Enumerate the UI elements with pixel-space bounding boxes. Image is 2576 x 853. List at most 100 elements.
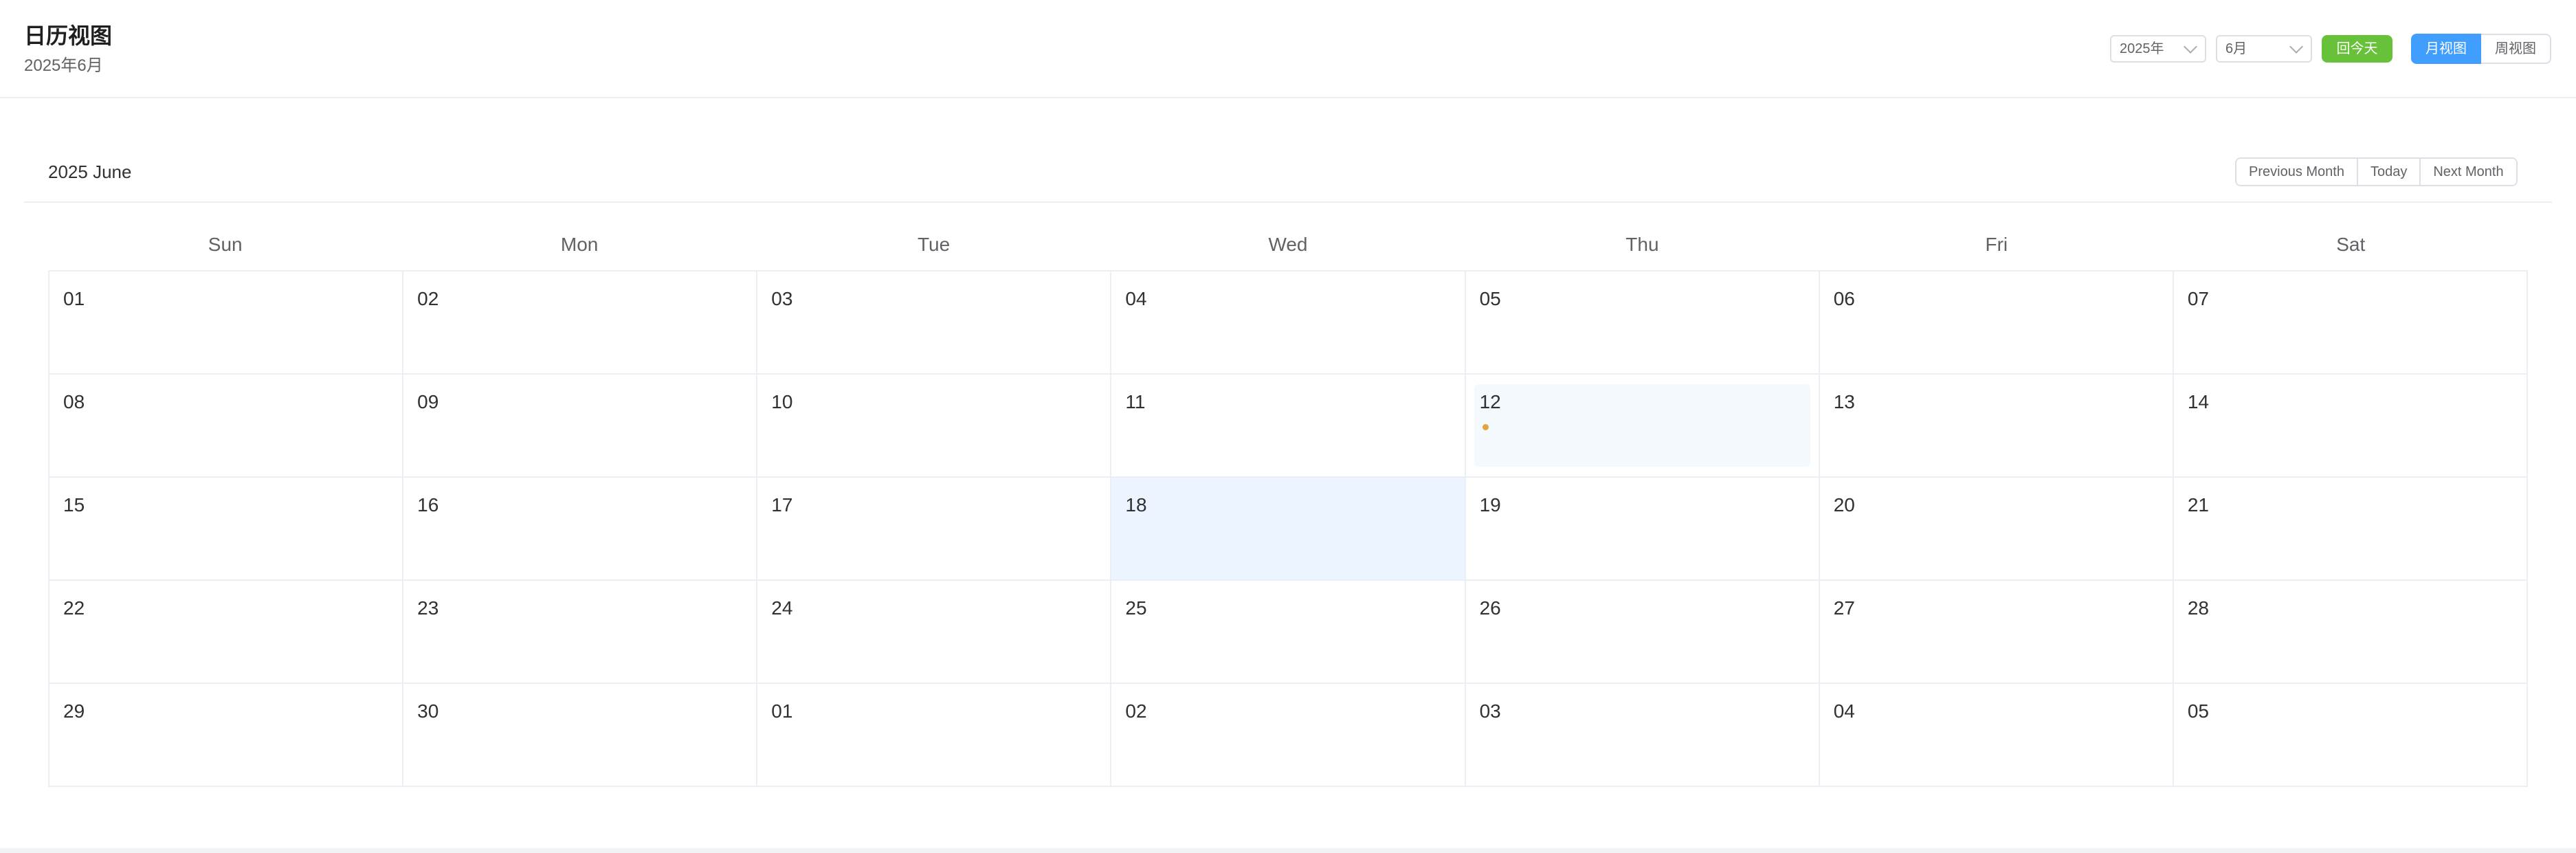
month-nav: Previous Month Today Next Month (2235, 157, 2518, 186)
day-cell[interactable]: 03 (1465, 684, 1820, 787)
view-toggle: 月视图 周视图 (2411, 34, 2551, 64)
day-cell[interactable]: 02 (403, 272, 758, 375)
week-row: 29 30 01 02 03 04 05 (49, 684, 2528, 787)
day-cell[interactable]: 03 (757, 272, 1112, 375)
day-cell[interactable]: 21 (2173, 478, 2528, 581)
day-cell[interactable]: 04 (1111, 272, 1466, 375)
day-cell[interactable]: 28 (2173, 581, 2528, 684)
day-number: 08 (63, 391, 85, 412)
previous-month-button[interactable]: Previous Month (2236, 159, 2358, 185)
day-cell[interactable]: 04 (1819, 684, 2174, 787)
weekday-label: Tue (917, 234, 951, 255)
day-cell[interactable]: 01 (49, 272, 404, 375)
day-cell[interactable]: 06 (1819, 272, 2174, 375)
day-cell[interactable]: 08 (49, 375, 404, 478)
page-subtitle: 2025年6月 (24, 56, 103, 75)
chevron-down-icon (2289, 40, 2303, 54)
day-cell[interactable]: 09 (403, 375, 758, 478)
day-number: 06 (1833, 288, 1855, 309)
day-cell[interactable]: 29 (49, 684, 404, 787)
day-cell[interactable]: 13 (1819, 375, 2174, 478)
day-number: 17 (771, 494, 793, 516)
day-number: 05 (1479, 288, 1501, 309)
day-cell[interactable]: 30 (403, 684, 758, 787)
weekday-label: Thu (1625, 234, 1659, 255)
day-number: 04 (1833, 700, 1855, 722)
today-highlight: 12 (1474, 384, 1810, 467)
day-number: 19 (1479, 494, 1501, 516)
day-number: 18 (1125, 494, 1147, 516)
day-cell[interactable]: 01 (757, 684, 1112, 787)
weekday-label: Sat (2336, 234, 2366, 255)
day-number: 11 (1125, 391, 1146, 412)
weekday-label: Sun (208, 234, 243, 255)
day-number: 12 (1479, 391, 1501, 412)
day-number: 02 (1125, 700, 1147, 722)
calendar-grid: Sun Mon Tue Wed Thu Fri Sat 01 02 03 04 05 06 07 08 09… (48, 229, 2528, 787)
month-view-button[interactable]: 月视图 (2411, 34, 2481, 64)
day-number: 16 (417, 494, 439, 516)
week-view-button[interactable]: 周视图 (2481, 34, 2551, 64)
day-number: 27 (1833, 597, 1855, 619)
weekday-label: Mon (560, 234, 599, 255)
calendar-app: 日历视图 2025年6月 2025年 6月 回今天 月视图 周视图 2025 J… (0, 0, 2576, 848)
week-row: 08 09 10 11 12 13 14 (49, 375, 2528, 478)
day-cell[interactable]: 14 (2173, 375, 2528, 478)
day-cell[interactable]: 18 (1111, 478, 1466, 581)
day-number: 23 (417, 597, 439, 619)
day-cell[interactable]: 11 (1111, 375, 1466, 478)
day-cell[interactable]: 10 (757, 375, 1112, 478)
day-cell[interactable]: 05 (2173, 684, 2528, 787)
day-cell[interactable]: 25 (1111, 581, 1466, 684)
weeks-container: 01 02 03 04 05 06 07 08 09 10 11 12 13 14 15 16 17 18 19 20… (48, 270, 2528, 787)
week-row: 22 23 24 25 26 27 28 (49, 581, 2528, 684)
day-number: 01 (771, 700, 793, 722)
day-cell[interactable]: 20 (1819, 478, 2174, 581)
day-number: 02 (417, 288, 439, 309)
weekday-label: Fri (1985, 234, 2008, 255)
day-number: 07 (2187, 288, 2209, 309)
day-cell[interactable]: 07 (2173, 272, 2528, 375)
year-select-value: 2025年 (2120, 41, 2164, 56)
day-cell[interactable]: 27 (1819, 581, 2174, 684)
day-number: 01 (63, 288, 85, 309)
day-number: 26 (1479, 597, 1501, 619)
today-button[interactable]: Today (2357, 159, 2421, 185)
day-number: 28 (2187, 597, 2209, 619)
calendar-header: 2025 June Previous Month Today Next Mont… (24, 148, 2552, 203)
day-cell[interactable]: 26 (1465, 581, 1820, 684)
page-title: 日历视图 (24, 23, 113, 48)
day-number: 09 (417, 391, 439, 412)
day-number: 14 (2187, 391, 2209, 412)
year-select[interactable]: 2025年 (2110, 35, 2206, 63)
day-cell[interactable]: 23 (403, 581, 758, 684)
day-number: 25 (1125, 597, 1147, 619)
day-number: 24 (771, 597, 793, 619)
next-month-button[interactable]: Next Month (2421, 159, 2516, 185)
day-number: 20 (1833, 494, 1855, 516)
day-number: 10 (771, 391, 793, 412)
month-select[interactable]: 6月 (2216, 35, 2312, 63)
day-cell[interactable]: 05 (1465, 272, 1820, 375)
day-number: 04 (1125, 288, 1147, 309)
day-cell[interactable]: 24 (757, 581, 1112, 684)
day-cell[interactable]: 16 (403, 478, 758, 581)
day-number: 03 (771, 288, 793, 309)
day-cell[interactable]: 12 (1465, 375, 1820, 478)
day-number: 22 (63, 597, 85, 619)
day-cell[interactable]: 19 (1465, 478, 1820, 581)
day-cell[interactable]: 22 (49, 581, 404, 684)
day-number: 21 (2187, 494, 2209, 516)
day-number: 13 (1833, 391, 1855, 412)
calendar-title: 2025 June (48, 162, 132, 182)
day-cell[interactable]: 02 (1111, 684, 1466, 787)
day-number: 05 (2187, 700, 2209, 722)
back-to-today-button[interactable]: 回今天 (2322, 35, 2392, 63)
page-header: 日历视图 2025年6月 2025年 6月 回今天 月视图 周视图 (0, 0, 2576, 98)
day-number: 03 (1479, 700, 1501, 722)
month-select-value: 6月 (2225, 41, 2247, 56)
day-cell[interactable]: 17 (757, 478, 1112, 581)
chevron-down-icon (2184, 40, 2197, 54)
week-row: 15 16 17 18 19 20 21 (49, 478, 2528, 581)
day-cell[interactable]: 15 (49, 478, 404, 581)
